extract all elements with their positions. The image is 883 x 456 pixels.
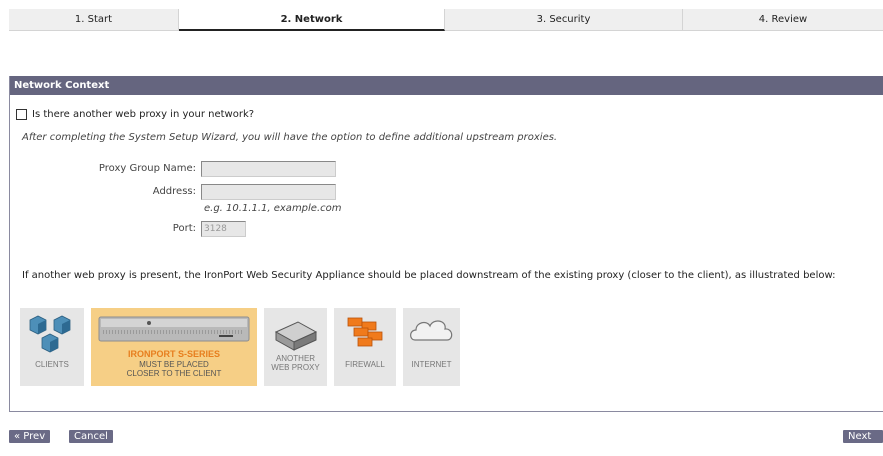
- port-label: Port:: [172, 223, 196, 234]
- address-input[interactable]: [201, 184, 336, 200]
- step-start[interactable]: 1. Start: [9, 9, 179, 31]
- upstream-proxy-checkbox[interactable]: [16, 109, 27, 120]
- wizard-steps: 1. Start 2. Network 3. Security 4. Revie…: [9, 9, 883, 31]
- step-security[interactable]: 3. Security: [445, 9, 683, 31]
- ironport-line1: MUST BE PLACED: [139, 360, 209, 369]
- address-hint: e.g. 10.1.1.1, example.com: [204, 203, 342, 214]
- proxy-server-icon: [274, 321, 318, 351]
- appliance-icon: [98, 316, 250, 342]
- port-input[interactable]: [201, 221, 246, 237]
- clients-label: CLIENTS: [35, 360, 69, 369]
- step-review[interactable]: 4. Review: [683, 9, 883, 31]
- ironport-line2: CLOSER TO THE CLIENT: [126, 369, 222, 378]
- proxy-label-line1: ANOTHER: [275, 354, 316, 363]
- web-proxy-tile: ANOTHER WEB PROXY: [264, 308, 327, 386]
- clients-tile: CLIENTS: [20, 308, 84, 386]
- step-network[interactable]: 2. Network: [179, 9, 445, 31]
- proxy-group-name-input[interactable]: [201, 161, 336, 177]
- firewall-tile: FIREWALL: [334, 308, 396, 386]
- firewall-label: FIREWALL: [345, 360, 385, 369]
- panel-title: Network Context: [10, 76, 883, 95]
- placement-description: If another web proxy is present, the Iro…: [22, 270, 836, 281]
- firewall-icon: [347, 317, 383, 347]
- proxy-label-line2: WEB PROXY: [271, 363, 320, 372]
- internet-tile: INTERNET: [403, 308, 460, 386]
- address-label: Address:: [152, 186, 196, 197]
- prev-button[interactable]: « Prev: [9, 430, 51, 443]
- clients-icon: [29, 315, 71, 353]
- internet-label: INTERNET: [411, 360, 452, 369]
- upstream-proxy-question: Is there another web proxy in your netwo…: [16, 109, 254, 120]
- upstream-proxy-note: After completing the System Setup Wizard…: [22, 132, 558, 143]
- ironport-tile: IRONPORT S-SERIES MUST BE PLACED CLOSER …: [91, 308, 257, 386]
- placement-diagram: CLIENTS IRONPORT S-SERIES MUST BE PLACED…: [20, 308, 467, 386]
- proxy-group-name-label: Proxy Group Name:: [98, 163, 196, 174]
- cancel-button[interactable]: Cancel: [69, 430, 113, 443]
- network-context-panel: Network Context Is there another web pro…: [9, 76, 883, 412]
- upstream-proxy-question-label: Is there another web proxy in your netwo…: [32, 109, 255, 120]
- next-button[interactable]: Next »: [843, 430, 883, 455]
- ironport-title: IRONPORT S-SERIES: [127, 349, 220, 359]
- cloud-icon: [410, 320, 453, 341]
